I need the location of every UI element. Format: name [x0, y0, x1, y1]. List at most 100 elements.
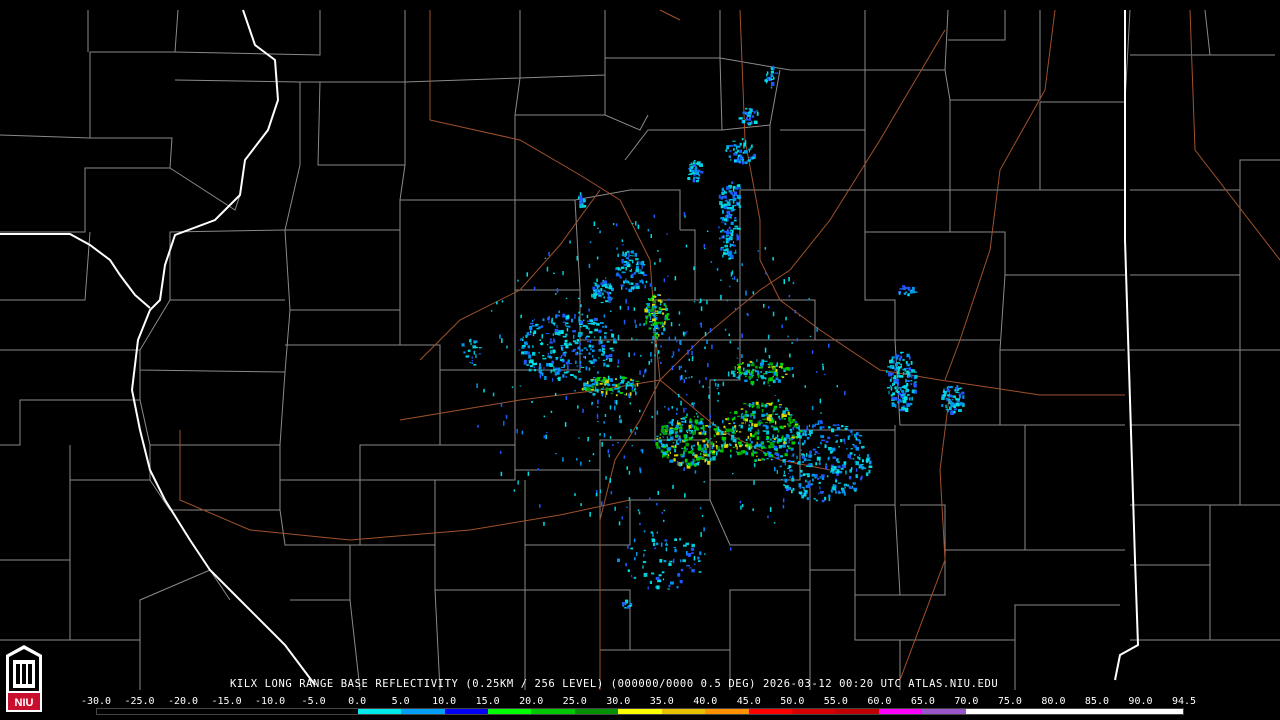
echo-pixel: [902, 405, 906, 407]
echo-pixel: [656, 503, 658, 506]
echo-pixel: [905, 361, 908, 364]
colorbar-segment: [965, 709, 1010, 714]
echo-pixel: [576, 351, 579, 354]
echo-pixel: [749, 404, 751, 408]
reflectivity-colorbar: [96, 708, 1184, 715]
scale-label: 80.0: [1041, 696, 1066, 707]
echo-pixel: [761, 405, 764, 407]
echo-pixel: [565, 344, 569, 349]
echo-pixel: [688, 358, 690, 361]
echo-pixel: [845, 470, 847, 475]
echo-pixel: [554, 328, 559, 333]
echo-pixel: [716, 445, 718, 450]
echo-pixel: [783, 425, 786, 428]
echo-pixel: [855, 432, 859, 436]
echo-pixel: [740, 414, 743, 416]
echo-pixel: [911, 289, 913, 291]
echo-pixel: [626, 392, 628, 396]
echo-pixel: [803, 487, 805, 492]
echo-pixel: [635, 268, 640, 273]
echo-pixel: [720, 217, 724, 220]
echo-pixel: [533, 330, 537, 334]
echo-pixel: [624, 602, 627, 606]
colorbar-segment: [705, 709, 749, 714]
echo-pixel: [687, 168, 690, 170]
echo-pixel: [740, 161, 742, 164]
echo-pixel: [679, 463, 681, 467]
echo-pixel: [741, 422, 744, 424]
echo-pixel: [650, 531, 654, 534]
echo-pixel: [825, 440, 829, 443]
echo-pixel: [708, 394, 710, 399]
echo-pixel: [736, 236, 739, 241]
echo-pixel: [788, 465, 791, 468]
echo-pixel: [642, 280, 644, 285]
echo-pixel: [546, 363, 550, 367]
echo-pixel: [605, 355, 609, 359]
echo-pixel: [634, 252, 637, 257]
echo-pixel: [648, 361, 650, 365]
echo-pixel: [788, 486, 791, 490]
echo-pixel: [542, 318, 545, 322]
echo-pixel: [574, 493, 576, 497]
echo-pixel: [633, 576, 637, 579]
echo-pixel: [685, 448, 688, 450]
echo-pixel: [680, 365, 682, 368]
echo-pixel: [593, 321, 595, 326]
echo-pixel: [607, 375, 610, 380]
echo-pixel: [789, 475, 791, 479]
echo-pixel: [768, 306, 770, 309]
echo-pixel: [911, 374, 913, 379]
echo-pixel: [679, 538, 681, 541]
echo-pixel: [469, 339, 472, 343]
echo-pixel: [556, 314, 561, 317]
echo-pixel: [763, 381, 766, 385]
echo-pixel: [723, 235, 725, 238]
echo-pixel: [615, 394, 618, 397]
echo-pixel: [639, 370, 641, 375]
echo-pixel: [666, 233, 668, 235]
echo-pixel: [852, 444, 855, 446]
echo-pixel: [796, 431, 800, 435]
colorbar-segment: [1009, 709, 1053, 714]
echo-pixel: [947, 394, 950, 397]
echo-pixel: [792, 453, 795, 456]
echo-pixel: [655, 542, 659, 546]
echo-pixel: [617, 359, 620, 364]
echo-pixel: [656, 531, 658, 534]
echo-pixel: [595, 288, 598, 293]
echo-pixel: [600, 282, 603, 286]
echo-pixel: [581, 349, 583, 352]
echo-pixel: [686, 565, 690, 567]
echo-pixel: [728, 333, 730, 337]
echo-pixel: [626, 385, 630, 387]
echo-pixel: [710, 438, 712, 440]
echo-pixel: [688, 430, 693, 432]
echo-pixel: [736, 357, 739, 359]
echo-pixel: [635, 339, 638, 340]
echo-pixel: [630, 268, 632, 271]
echo-pixel: [671, 419, 674, 422]
echo-pixel: [680, 559, 682, 563]
echo-pixel: [726, 231, 730, 235]
echo-pixel: [530, 359, 534, 364]
echo-pixel: [619, 276, 622, 279]
echo-pixel: [613, 338, 616, 342]
echo-pixel: [819, 398, 822, 404]
echo-pixel: [777, 429, 780, 433]
echo-pixel: [725, 149, 728, 152]
echo-pixel: [754, 459, 757, 462]
echo-pixel: [701, 514, 704, 517]
echo-pixel: [788, 469, 793, 472]
echo-pixel: [596, 413, 599, 419]
echo-pixel: [748, 159, 751, 162]
echo-pixel: [676, 340, 678, 343]
echo-pixel: [601, 353, 603, 355]
echo-pixel: [555, 453, 557, 455]
echo-pixel: [780, 455, 783, 458]
echo-pixel: [946, 386, 949, 389]
echo-pixel: [805, 479, 807, 483]
echo-pixel: [528, 333, 532, 336]
echo-pixel: [543, 521, 545, 526]
echo-pixel: [710, 261, 713, 263]
